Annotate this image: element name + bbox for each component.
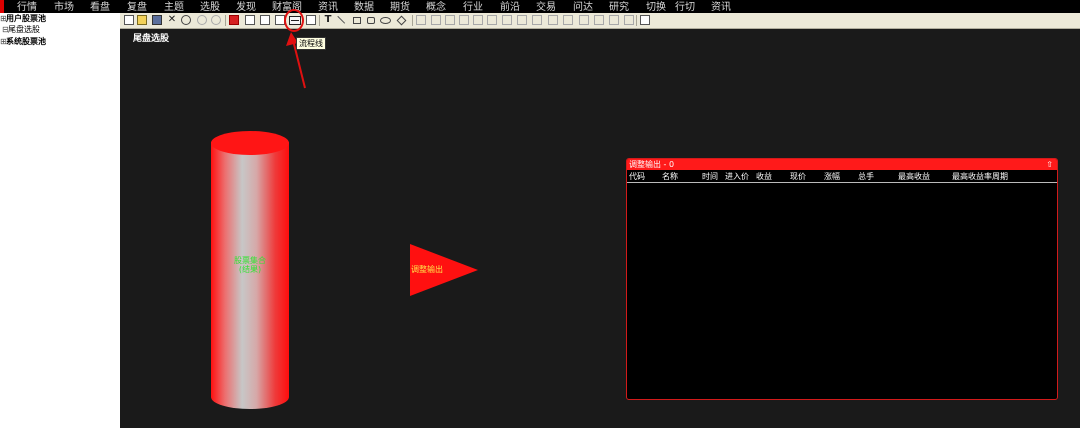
column-current-price[interactable]: 现价 <box>790 171 806 182</box>
canvas-title: 尾盘选股 <box>133 34 170 44</box>
sidebar-item-system-pool[interactable]: ⊞系统股票池 <box>0 37 46 46</box>
align-bottom-icon[interactable] <box>563 15 573 25</box>
rounded-rectangle-icon[interactable] <box>367 17 375 24</box>
stock-set-label-line2: (结果) <box>238 265 262 274</box>
menu-item-faxian[interactable]: 发现 <box>236 0 256 13</box>
column-volume[interactable]: 总手 <box>858 171 874 182</box>
rectangle-icon[interactable] <box>353 17 361 24</box>
line-style-icon[interactable] <box>473 15 483 25</box>
menu-item-zixun[interactable]: 资讯 <box>318 0 338 13</box>
stock-set-label-line1: 股票集合 <box>234 256 266 265</box>
new-file-icon[interactable] <box>124 15 134 25</box>
highlight-circle <box>284 9 304 32</box>
column-max-return-period[interactable]: 最高收益率周期 <box>952 171 1008 182</box>
menu-item-shuju[interactable]: 数据 <box>354 0 374 13</box>
delete-icon[interactable]: ✕ <box>167 15 177 25</box>
fill-icon[interactable] <box>459 15 469 25</box>
home-icon[interactable] <box>640 15 650 25</box>
output-panel[interactable]: 调整输出 - 0 ⇧ 代码 名称 时间 进入价 收益 现价 涨幅 总手 最高收益… <box>626 158 1058 400</box>
same-size-icon[interactable] <box>624 15 634 25</box>
toolbar-separator <box>319 15 320 26</box>
menu-item-fupan[interactable]: 复盘 <box>127 0 147 13</box>
column-name[interactable]: 名称 <box>662 171 678 182</box>
open-folder-icon[interactable] <box>137 15 147 25</box>
sidebar-item-user-pool[interactable]: ⊞用户股票池 <box>0 14 46 23</box>
cylinder-top <box>211 131 289 155</box>
align-left-icon[interactable] <box>487 15 497 25</box>
column-return[interactable]: 收益 <box>756 171 772 182</box>
paste-icon[interactable] <box>431 15 441 25</box>
text-icon[interactable]: T <box>323 15 333 25</box>
form-icon[interactable] <box>260 15 270 25</box>
menu-item-zhuti[interactable]: 主题 <box>164 0 184 13</box>
menu-item-hangqie[interactable]: 行切 <box>675 0 695 13</box>
stop-icon[interactable] <box>211 15 221 25</box>
run-icon[interactable] <box>181 15 191 25</box>
align-top-icon[interactable] <box>532 15 542 25</box>
menu-item-xuangu[interactable]: 选股 <box>200 0 220 13</box>
toolbar-separator <box>225 15 226 26</box>
menu-item-wenda[interactable]: 问达 <box>573 0 593 13</box>
menu-item-kanpan[interactable]: 看盘 <box>90 0 110 13</box>
column-entry-price[interactable]: 进入价 <box>725 171 749 182</box>
align-middle-icon[interactable] <box>548 15 558 25</box>
menu-item-yanjiu[interactable]: 研究 <box>609 0 629 13</box>
stock-set-label: 股票集合 (结果) <box>211 256 289 274</box>
ellipse-icon[interactable] <box>380 17 391 24</box>
align-right-icon[interactable] <box>517 15 527 25</box>
panel-title: 调整输出 - 0 <box>629 160 675 169</box>
collapse-up-icon[interactable]: ⇧ <box>1046 159 1053 170</box>
column-change[interactable]: 涨幅 <box>824 171 840 182</box>
output-node-label: 调整输出 <box>411 265 443 274</box>
sidebar-tree: ⊞用户股票池 ⊟尾盘选股 ⊞系统股票池 <box>0 13 120 428</box>
group-icon[interactable] <box>445 15 455 25</box>
menu-item-qihuo[interactable]: 期货 <box>390 0 410 13</box>
sidebar-item-tail-select[interactable]: ⊟尾盘选股 <box>2 25 40 34</box>
select-pointer-icon[interactable] <box>229 15 239 25</box>
distribute-icon[interactable] <box>579 15 589 25</box>
table-header: 代码 名称 时间 进入价 收益 现价 涨幅 总手 最高收益 最高收益率周期 <box>627 170 1057 183</box>
same-width-icon[interactable] <box>594 15 604 25</box>
menu-item-zixun-2[interactable]: 资讯 <box>711 0 731 13</box>
align-center-icon[interactable] <box>502 15 512 25</box>
menu-item-hangqing[interactable]: 行情 <box>17 0 37 13</box>
column-code[interactable]: 代码 <box>629 171 645 182</box>
same-height-icon[interactable] <box>609 15 619 25</box>
app-marker <box>0 0 4 13</box>
toolbar: ✕ T <box>120 12 1080 29</box>
sidebar-item-label: 用户股票池 <box>6 14 46 23</box>
toolbar-separator <box>412 15 413 26</box>
menu-item-shichang[interactable]: 市场 <box>54 0 74 13</box>
sidebar-item-label: 系统股票池 <box>6 37 46 46</box>
diamond-icon[interactable] <box>396 15 407 26</box>
column-max-return[interactable]: 最高收益 <box>898 171 930 182</box>
save-icon[interactable] <box>152 15 162 25</box>
pause-icon[interactable] <box>197 15 207 25</box>
line-icon[interactable] <box>337 12 349 24</box>
toolbar-separator <box>636 15 637 26</box>
column-time[interactable]: 时间 <box>702 171 718 182</box>
menu-item-hangye[interactable]: 行业 <box>463 0 483 13</box>
menu-item-qiehuan[interactable]: 切换 <box>646 0 666 13</box>
page-icon[interactable] <box>245 15 255 25</box>
copy-icon[interactable] <box>416 15 426 25</box>
sidebar-item-label: 尾盘选股 <box>8 25 40 34</box>
panel-titlebar[interactable]: 调整输出 - 0 ⇧ <box>627 159 1057 170</box>
menu-item-jiaoyi[interactable]: 交易 <box>536 0 556 13</box>
menu-item-qianyan[interactable]: 前沿 <box>500 0 520 13</box>
tooltip: 流程线 <box>296 37 326 50</box>
menu-bar: 行情 市场 看盘 复盘 主题 选股 发现 财富阁 资讯 数据 期货 概念 行业 … <box>0 0 1080 13</box>
menu-item-gainian[interactable]: 概念 <box>426 0 446 13</box>
table-icon[interactable] <box>306 15 316 25</box>
